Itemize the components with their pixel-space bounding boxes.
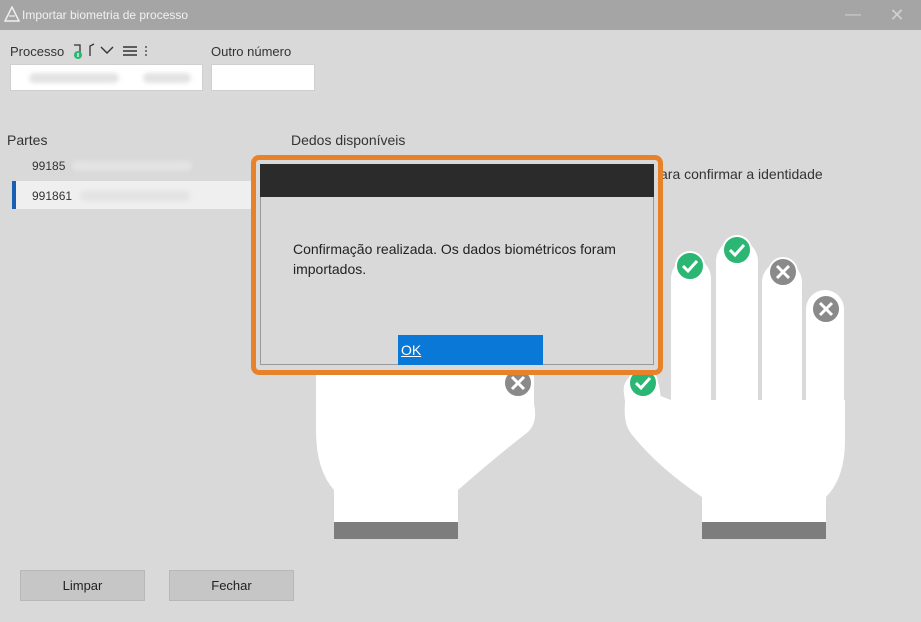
confirmation-dialog: Confirmação realizada. Os dados biométri… (251, 155, 663, 375)
dialog-body: Confirmação realizada. Os dados biométri… (260, 197, 654, 365)
cross-icon (768, 257, 798, 287)
check-icon (675, 251, 705, 281)
dialog-title-bar (260, 164, 654, 197)
dialog-message: Confirmação realizada. Os dados biométri… (293, 241, 616, 277)
close-button[interactable]: Fechar (169, 570, 294, 601)
check-icon (722, 235, 752, 265)
cross-icon (811, 294, 841, 324)
ok-button[interactable]: OK (398, 335, 543, 365)
clear-button[interactable]: Limpar (20, 570, 145, 601)
left-hand-icon (316, 360, 536, 539)
